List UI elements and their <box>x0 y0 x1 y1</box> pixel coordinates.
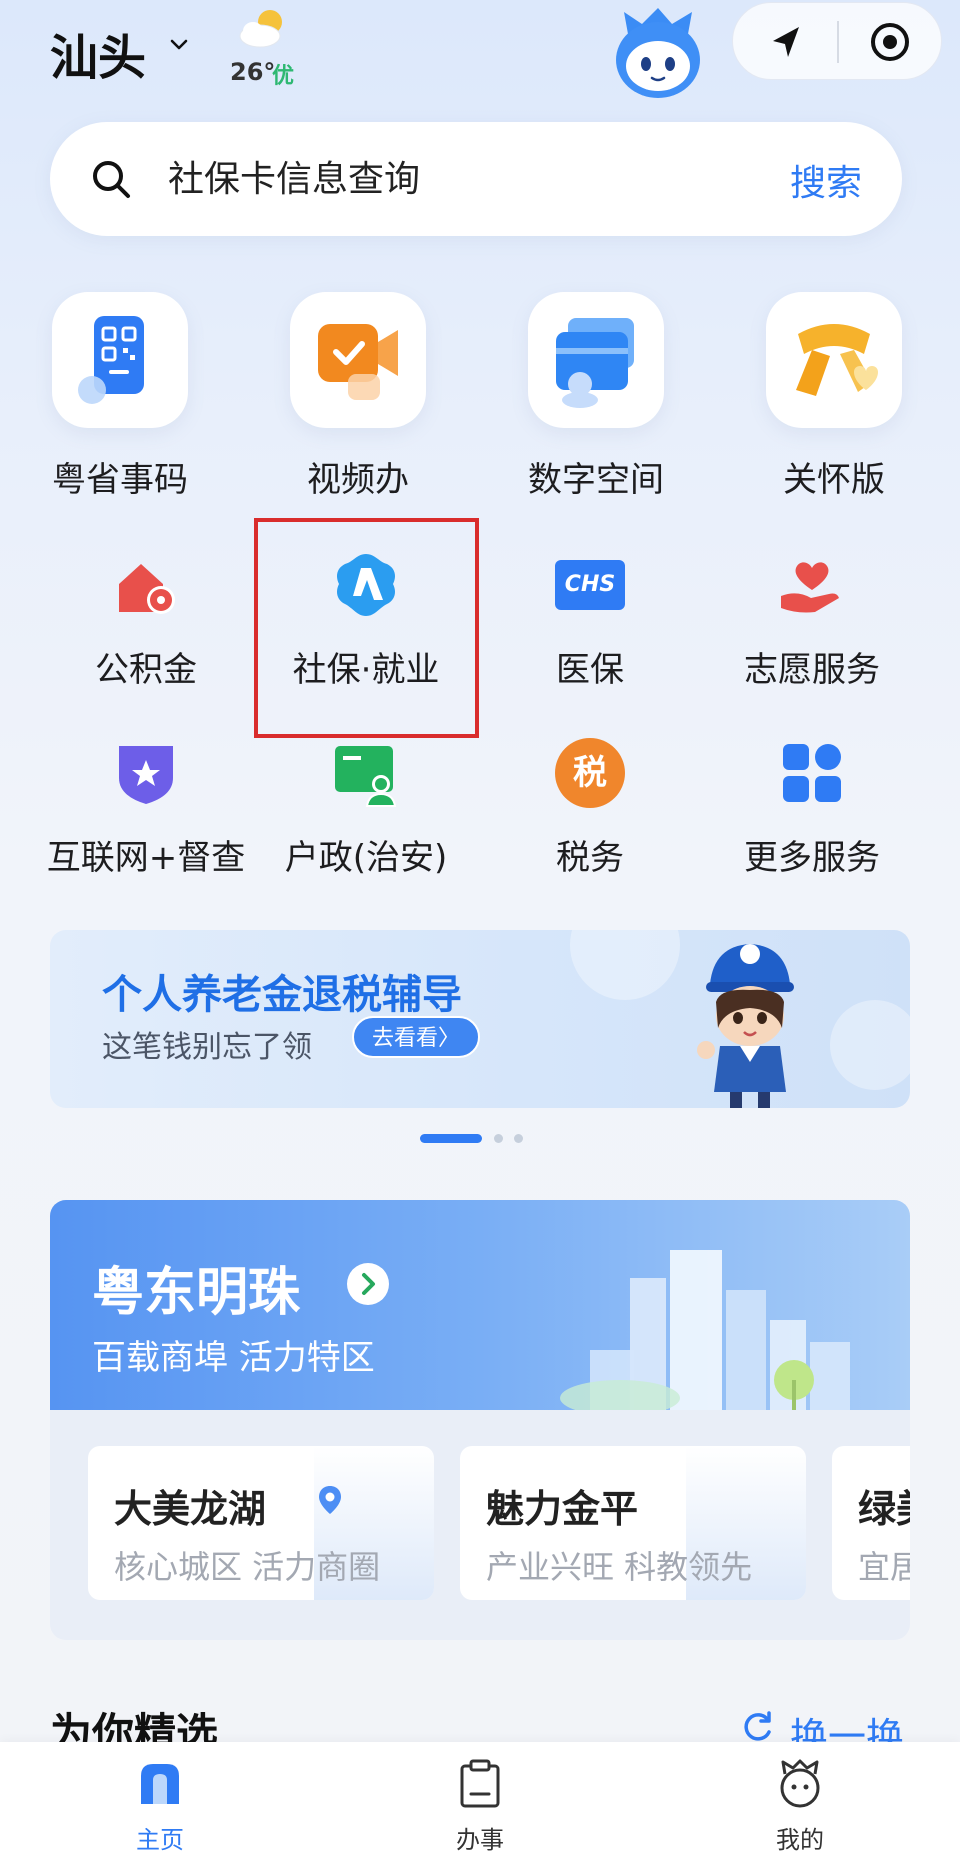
search-input[interactable] <box>168 152 688 206</box>
banner-view-button[interactable]: 去看看〉 <box>352 1016 480 1058</box>
refresh-icon <box>744 1711 771 1741</box>
tax-icon-text: 税 <box>573 753 607 793</box>
clipboard-icon <box>460 1759 500 1808</box>
search-icon <box>93 161 130 198</box>
district-card[interactable]: 大美龙湖 核心城区 活力商圈 <box>88 1446 434 1600</box>
banner-title: 个人养老金退税辅导 <box>102 972 462 1018</box>
city-card-title: 粤东明珠 <box>92 1263 301 1323</box>
city-card-header[interactable]: 粤东明珠 百载商埠 活力特区 <box>50 1200 910 1410</box>
service-digital-space[interactable]: 数字空间 <box>496 292 696 502</box>
location-arrow-icon[interactable] <box>761 17 811 67</box>
service-video[interactable]: 视频办 <box>258 292 458 502</box>
highlight-annotation-box <box>254 518 479 738</box>
district-description: 产业兴旺 科教领先 <box>486 1548 753 1586</box>
service-label: 粤省事码 <box>52 460 188 500</box>
carousel-dot-active <box>420 1134 482 1143</box>
tab-services[interactable]: 办事 <box>410 1758 550 1854</box>
service-label: 户政(治安) <box>284 838 448 878</box>
location-pin-icon <box>319 1486 341 1514</box>
close-target-icon[interactable] <box>865 17 915 67</box>
air-quality-badge: 优 <box>272 64 295 89</box>
service-label: 视频办 <box>307 460 409 500</box>
profile-mascot-icon <box>780 1759 820 1808</box>
service-more[interactable]: 更多服务 <box>712 738 912 878</box>
service-care-version[interactable]: 关怀版 <box>734 292 934 502</box>
grid-icon <box>783 744 841 802</box>
tax-icon: 税 <box>555 738 625 808</box>
bottom-tab-bar: 主页 办事 我的 <box>0 1742 960 1857</box>
tab-label: 我的 <box>776 1826 824 1854</box>
district-name: 魅力金平 <box>486 1487 639 1531</box>
folder-icon <box>556 318 634 408</box>
service-label: 税务 <box>556 838 624 878</box>
temperature: 26° <box>230 58 276 86</box>
district-description: 核心城区 活力商圈 <box>114 1548 381 1586</box>
service-label: 志愿服务 <box>744 650 880 690</box>
assistant-mascot-icon[interactable] <box>606 4 710 104</box>
service-yueshengshi-code[interactable]: 粤省事码 <box>20 292 220 502</box>
scarf-icon <box>796 324 878 396</box>
chs-icon: CHS <box>555 560 625 610</box>
carousel-indicator <box>420 1134 530 1146</box>
house-fund-icon <box>119 564 175 614</box>
partly-cloudy-icon <box>239 10 282 48</box>
banner-decoration <box>570 930 680 1000</box>
district-name: 绿美 <box>858 1487 910 1531</box>
carousel-dot <box>494 1134 503 1143</box>
capsule-divider <box>837 21 839 63</box>
search-bar[interactable]: 搜索 <box>50 122 902 236</box>
chevron-down-icon[interactable] <box>168 34 190 56</box>
district-card[interactable]: 魅力金平 产业兴旺 科教领先 <box>460 1446 806 1600</box>
banner-subtitle: 这笔钱别忘了领 <box>102 1030 312 1065</box>
tab-home[interactable]: 主页 <box>90 1758 230 1854</box>
service-internet-supervision[interactable]: 互联网+督查 <box>46 738 246 878</box>
service-medical-insurance[interactable]: CHS 医保 <box>490 550 690 690</box>
service-tile <box>528 292 664 428</box>
search-button[interactable]: 搜索 <box>790 154 862 206</box>
service-housing-fund[interactable]: 公积金 <box>46 550 246 690</box>
chevron-right-icon[interactable] <box>346 1262 390 1306</box>
tab-profile[interactable]: 我的 <box>730 1758 870 1854</box>
city-skyline-illustration <box>560 1250 850 1410</box>
shield-star-icon <box>119 746 173 804</box>
service-label: 互联网+督查 <box>46 838 246 878</box>
tab-label: 办事 <box>456 1826 504 1854</box>
service-label: 公积金 <box>95 650 197 690</box>
city-card-subtitle: 百载商埠 活力特区 <box>92 1338 375 1378</box>
promo-banner[interactable]: 个人养老金退税辅导 这笔钱别忘了领 去看看〉 <box>50 930 910 1108</box>
city-selector-label[interactable]: 汕头 <box>50 18 146 88</box>
service-label: 更多服务 <box>744 838 880 878</box>
tab-label: 主页 <box>136 1826 184 1854</box>
city-feature-card: 粤东明珠 百载商埠 活力特区 大美龙湖 核心城区 活力商圈 魅力金平 产业兴旺 … <box>50 1200 910 1640</box>
home-icon <box>141 1764 179 1804</box>
banner-decoration <box>830 1000 910 1090</box>
video-camera-icon <box>318 324 398 400</box>
miniapp-capsule <box>732 2 942 80</box>
id-card-icon <box>335 746 397 807</box>
district-description: 宜居 <box>858 1548 910 1586</box>
carousel-dot <box>514 1134 523 1143</box>
weather-widget[interactable]: 26° 优 <box>226 6 316 89</box>
service-label: 数字空间 <box>528 460 664 500</box>
chs-icon-text: CHS <box>564 572 616 597</box>
service-tile <box>766 292 902 428</box>
service-household-registration[interactable]: 户政(治安) <box>266 738 466 878</box>
header: 汕头 26° 优 <box>0 0 960 110</box>
staff-character-icon <box>697 944 794 1108</box>
district-name: 大美龙湖 <box>114 1487 267 1531</box>
district-card[interactable]: 绿美 宜居 <box>832 1446 910 1600</box>
service-label: 医保 <box>556 650 624 690</box>
service-volunteer[interactable]: 志愿服务 <box>712 550 912 690</box>
service-tile <box>290 292 426 428</box>
service-tile <box>52 292 188 428</box>
qr-code-icon <box>78 316 144 404</box>
service-label: 关怀版 <box>783 460 885 500</box>
volunteer-heart-icon <box>781 562 839 613</box>
service-tax[interactable]: 税 税务 <box>490 738 690 878</box>
